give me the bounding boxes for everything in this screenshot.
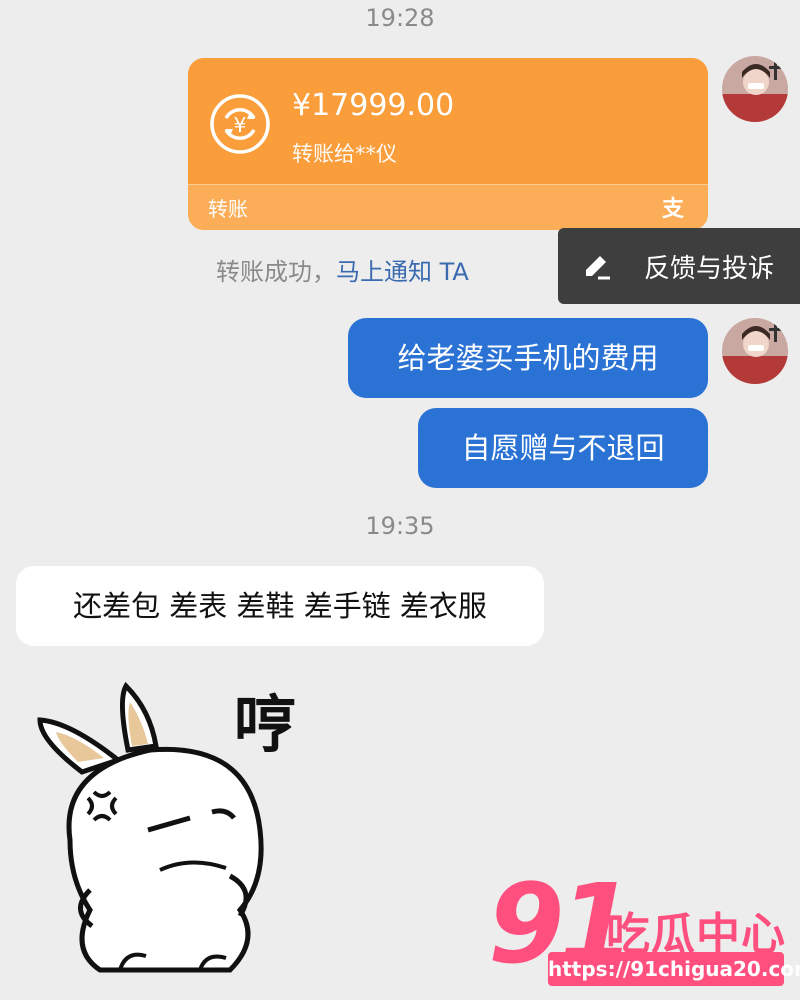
transfer-card[interactable]: ¥ ¥17999.00 转账给**仪 转账 支	[188, 58, 708, 230]
svg-text:¥: ¥	[234, 113, 247, 137]
sticker-text: 哼	[234, 688, 296, 761]
notify-link[interactable]: 马上通知 TA	[336, 258, 469, 286]
timestamp-1: 19:28	[365, 4, 435, 32]
transfer-status: 转账成功，马上通知 TA	[216, 252, 469, 287]
edit-pen-icon	[586, 256, 610, 280]
transfer-footer: 转账 支	[188, 184, 708, 230]
pay-logo: 支	[661, 197, 684, 222]
timestamp-2: 19:35	[365, 512, 435, 540]
avatar[interactable]	[722, 56, 788, 122]
transfer-type-label: 转账	[208, 197, 248, 221]
transfer-amount: ¥17999.00	[292, 88, 455, 123]
watermark-url: https://91chigua20.com	[548, 952, 800, 986]
avatar[interactable]	[722, 318, 788, 384]
feedback-label: 反馈与投诉	[644, 254, 775, 284]
transfer-recipient: 转账给**仪	[292, 142, 397, 166]
status-text: 转账成功，	[216, 258, 336, 286]
message-bubble[interactable]: 还差包 差表 差鞋 差手链 差衣服	[16, 566, 544, 646]
feedback-menu[interactable]: 反馈与投诉	[558, 228, 800, 304]
message-bubble[interactable]: 给老婆买手机的费用	[348, 318, 708, 398]
angry-rabbit-sticker[interactable]: 哼	[30, 680, 330, 980]
message-bubble[interactable]: 自愿赠与不退回	[418, 408, 708, 488]
transfer-icon: ¥	[210, 94, 270, 154]
transfer-main: ¥ ¥17999.00 转账给**仪	[188, 58, 708, 184]
